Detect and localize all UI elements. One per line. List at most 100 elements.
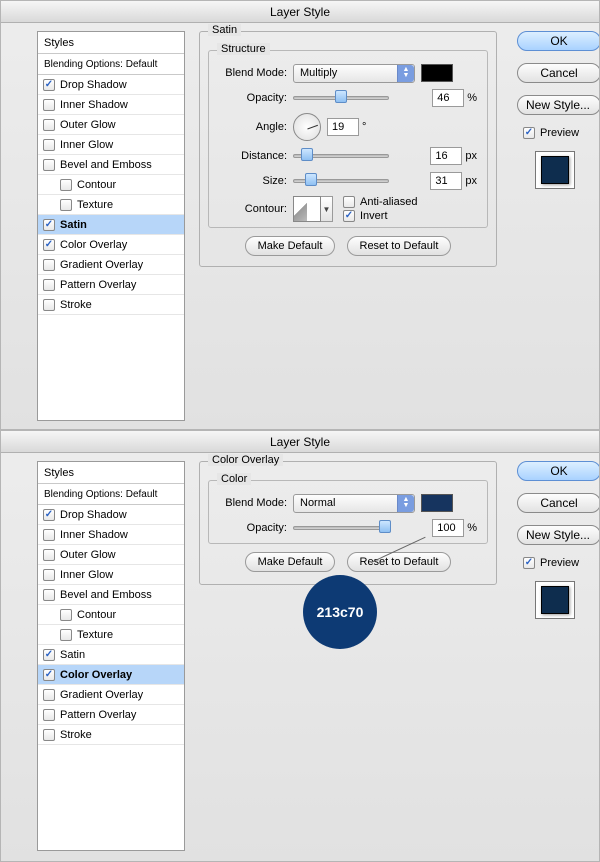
style-row-inner-shadow[interactable]: Inner Shadow (38, 525, 184, 545)
layer-style-dialog-satin: Layer Style Styles Blending Options: Def… (0, 0, 600, 430)
style-checkbox[interactable] (43, 689, 55, 701)
distance-input[interactable]: 16 (430, 147, 462, 165)
cancel-button[interactable]: Cancel (517, 493, 600, 513)
style-checkbox[interactable] (43, 529, 55, 541)
style-row-gradient-overlay[interactable]: Gradient Overlay (38, 255, 184, 275)
ok-button[interactable]: OK (517, 31, 600, 51)
blending-options-row[interactable]: Blending Options: Default (38, 484, 184, 505)
style-label: Drop Shadow (60, 79, 127, 91)
select-arrows-icon: ▲▼ (397, 495, 414, 512)
style-checkbox[interactable] (43, 119, 55, 131)
angle-label: Angle: (219, 121, 287, 133)
distance-slider[interactable] (293, 148, 426, 164)
style-checkbox[interactable] (43, 589, 55, 601)
style-row-gradient-overlay[interactable]: Gradient Overlay (38, 685, 184, 705)
style-row-stroke[interactable]: Stroke (38, 295, 184, 315)
style-checkbox[interactable] (43, 669, 55, 681)
opacity-input[interactable]: 46 (432, 89, 464, 107)
style-checkbox[interactable] (43, 79, 55, 91)
invert-checkbox[interactable] (343, 210, 355, 222)
preview-swatch (535, 581, 575, 619)
style-row-stroke[interactable]: Stroke (38, 725, 184, 745)
style-label: Contour (77, 179, 116, 191)
style-checkbox[interactable] (43, 709, 55, 721)
contour-picker[interactable] (293, 196, 321, 222)
style-checkbox[interactable] (43, 729, 55, 741)
blend-color-swatch[interactable] (421, 64, 453, 82)
style-label: Inner Shadow (60, 99, 128, 111)
opacity-slider[interactable] (293, 520, 428, 536)
make-default-button[interactable]: Make Default (245, 552, 336, 572)
style-checkbox[interactable] (43, 159, 55, 171)
style-row-satin[interactable]: Satin (38, 215, 184, 235)
reset-default-button[interactable]: Reset to Default (347, 236, 452, 256)
size-label: Size: (219, 175, 287, 187)
preview-checkbox[interactable] (523, 557, 535, 569)
blending-options-row[interactable]: Blending Options: Default (38, 54, 184, 75)
styles-header[interactable]: Styles (38, 462, 184, 484)
opacity-input[interactable]: 100 (432, 519, 464, 537)
style-row-drop-shadow[interactable]: Drop Shadow (38, 505, 184, 525)
style-checkbox[interactable] (43, 99, 55, 111)
style-checkbox[interactable] (43, 509, 55, 521)
style-checkbox[interactable] (43, 549, 55, 561)
overlay-color-swatch[interactable] (421, 494, 453, 512)
style-row-contour[interactable]: Contour (38, 605, 184, 625)
style-checkbox[interactable] (43, 299, 55, 311)
distance-label: Distance: (219, 150, 287, 162)
blend-mode-label: Blend Mode: (219, 497, 287, 509)
styles-header[interactable]: Styles (38, 32, 184, 54)
style-row-inner-glow[interactable]: Inner Glow (38, 565, 184, 585)
style-checkbox[interactable] (43, 139, 55, 151)
style-checkbox[interactable] (60, 609, 72, 621)
opacity-slider[interactable] (293, 90, 428, 106)
contour-dropdown-icon[interactable]: ▼ (321, 196, 333, 222)
style-row-inner-glow[interactable]: Inner Glow (38, 135, 184, 155)
style-row-color-overlay[interactable]: Color Overlay (38, 235, 184, 255)
style-checkbox[interactable] (60, 629, 72, 641)
style-label: Pattern Overlay (60, 279, 136, 291)
style-row-outer-glow[interactable]: Outer Glow (38, 545, 184, 565)
cancel-button[interactable]: Cancel (517, 63, 600, 83)
style-row-inner-shadow[interactable]: Inner Shadow (38, 95, 184, 115)
style-label: Satin (60, 649, 85, 661)
style-row-bevel-and-emboss[interactable]: Bevel and Emboss (38, 155, 184, 175)
style-checkbox[interactable] (43, 259, 55, 271)
style-row-pattern-overlay[interactable]: Pattern Overlay (38, 705, 184, 725)
antialiased-checkbox[interactable] (343, 196, 355, 208)
style-row-bevel-and-emboss[interactable]: Bevel and Emboss (38, 585, 184, 605)
preview-label: Preview (540, 557, 579, 569)
ok-button[interactable]: OK (517, 461, 600, 481)
style-row-pattern-overlay[interactable]: Pattern Overlay (38, 275, 184, 295)
style-label: Gradient Overlay (60, 259, 143, 271)
style-row-texture[interactable]: Texture (38, 195, 184, 215)
style-checkbox[interactable] (43, 279, 55, 291)
reset-default-button[interactable]: Reset to Default (347, 552, 452, 572)
style-checkbox[interactable] (60, 179, 72, 191)
style-row-satin[interactable]: Satin (38, 645, 184, 665)
style-checkbox[interactable] (43, 649, 55, 661)
style-checkbox[interactable] (60, 199, 72, 211)
style-row-drop-shadow[interactable]: Drop Shadow (38, 75, 184, 95)
style-checkbox[interactable] (43, 239, 55, 251)
blend-mode-select[interactable]: Normal ▲▼ (293, 494, 415, 513)
style-row-color-overlay[interactable]: Color Overlay (38, 665, 184, 685)
new-style-button[interactable]: New Style... (517, 525, 600, 545)
new-style-button[interactable]: New Style... (517, 95, 600, 115)
size-slider[interactable] (293, 173, 426, 189)
style-checkbox[interactable] (43, 219, 55, 231)
style-row-texture[interactable]: Texture (38, 625, 184, 645)
style-label: Inner Glow (60, 569, 113, 581)
angle-input[interactable]: 19 (327, 118, 359, 136)
style-label: Color Overlay (60, 239, 127, 251)
style-checkbox[interactable] (43, 569, 55, 581)
style-label: Satin (60, 219, 87, 231)
style-row-outer-glow[interactable]: Outer Glow (38, 115, 184, 135)
blend-mode-select[interactable]: Multiply ▲▼ (293, 64, 415, 83)
make-default-button[interactable]: Make Default (245, 236, 336, 256)
angle-dial[interactable] (293, 113, 321, 141)
style-row-contour[interactable]: Contour (38, 175, 184, 195)
style-label: Outer Glow (60, 119, 116, 131)
size-input[interactable]: 31 (430, 172, 462, 190)
preview-checkbox[interactable] (523, 127, 535, 139)
